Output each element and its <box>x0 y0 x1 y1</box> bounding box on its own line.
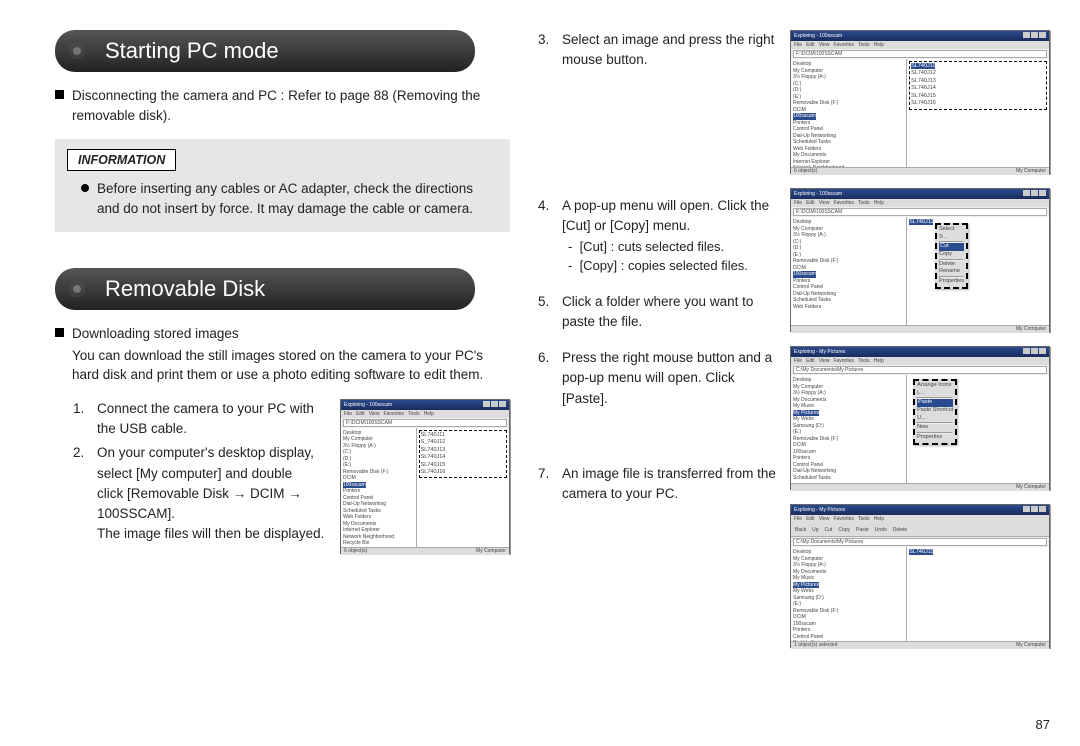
step-1: Connect the camera to your PC with the U… <box>73 399 326 440</box>
screenshot-step3: Exploring - 100sscam FileEditViewFavorit… <box>790 30 1050 174</box>
square-bullet-icon <box>55 90 64 99</box>
section-heading-pc-mode: Starting PC mode <box>55 30 475 72</box>
information-label: INFORMATION <box>67 149 176 171</box>
screenshot-explorer-files: Exploring - 100sscam FileEditViewFavorit… <box>340 399 510 554</box>
step-4: 4. A pop-up menu will open. Click the [C… <box>538 196 778 276</box>
step-5: 5.Click a folder where you want to paste… <box>538 292 778 333</box>
download-intro: You can download the still images stored… <box>72 346 510 385</box>
screenshot-step7: Exploring - My Pictures FileEditViewFavo… <box>790 504 1050 648</box>
bullet-disconnect: Disconnecting the camera and PC : Refer … <box>55 86 510 125</box>
information-item: Before inserting any cables or AC adapte… <box>55 179 510 218</box>
step-6: 6.Press the right mouse button and a pop… <box>538 348 778 448</box>
circle-bullet-icon <box>81 184 89 192</box>
step-7: 7.An image file is transferred from the … <box>538 464 778 505</box>
bullet-text: Disconnecting the camera and PC : Refer … <box>72 86 510 125</box>
square-bullet-icon <box>55 328 64 337</box>
information-text: Before inserting any cables or AC adapte… <box>97 179 494 218</box>
download-heading: Downloading stored images <box>72 324 510 344</box>
page-number: 87 <box>1036 717 1050 732</box>
steps-1-2: Connect the camera to your PC with the U… <box>73 399 326 545</box>
step-2: On your computer's desktop display, sele… <box>73 443 326 544</box>
steps-3-7: 3.Select an image and press the right mo… <box>538 30 778 505</box>
screenshot-step6: Exploring - My Pictures FileEditViewFavo… <box>790 346 1050 490</box>
information-box: INFORMATION Before inserting any cables … <box>55 139 510 232</box>
screenshot-step4: Exploring - 100sscam FileEditViewFavorit… <box>790 188 1050 332</box>
step-3: 3.Select an image and press the right mo… <box>538 30 778 180</box>
section-heading-removable-disk: Removable Disk <box>55 268 475 310</box>
bullet-download: Downloading stored images You can downlo… <box>55 324 510 385</box>
